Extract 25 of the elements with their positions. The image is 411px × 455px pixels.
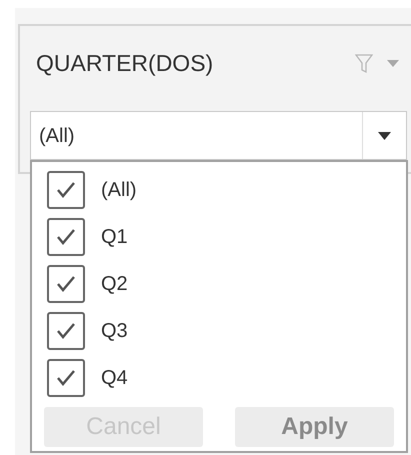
checkbox[interactable] [47, 218, 85, 256]
checkbox[interactable] [47, 170, 85, 208]
option-label: Q4 [101, 366, 128, 390]
option-label: Q2 [101, 272, 128, 296]
dropdown-field[interactable]: (All) [30, 111, 407, 160]
checkbox[interactable] [47, 358, 85, 396]
filter-icon [355, 54, 373, 74]
check-icon [56, 228, 76, 246]
check-icon [56, 274, 76, 292]
option-label: Q3 [101, 318, 128, 344]
check-icon [56, 368, 76, 386]
checkbox[interactable] [47, 312, 85, 350]
option-item[interactable]: Q1 [32, 213, 406, 260]
option-item[interactable]: Q2 [32, 260, 406, 307]
caret-icon[interactable] [378, 132, 391, 140]
option-item[interactable]: Q4 [32, 354, 406, 401]
filter-title: QUARTER(DOS) [36, 49, 214, 78]
option-item[interactable]: (All) [32, 166, 406, 213]
option-label: Q1 [101, 224, 128, 250]
option-label: (All) [101, 178, 137, 202]
option-item[interactable]: Q3 [32, 307, 406, 354]
check-icon [56, 180, 76, 198]
check-icon [56, 322, 76, 340]
checkbox[interactable] [47, 264, 85, 302]
dropdown-value: (All) [38, 124, 76, 148]
